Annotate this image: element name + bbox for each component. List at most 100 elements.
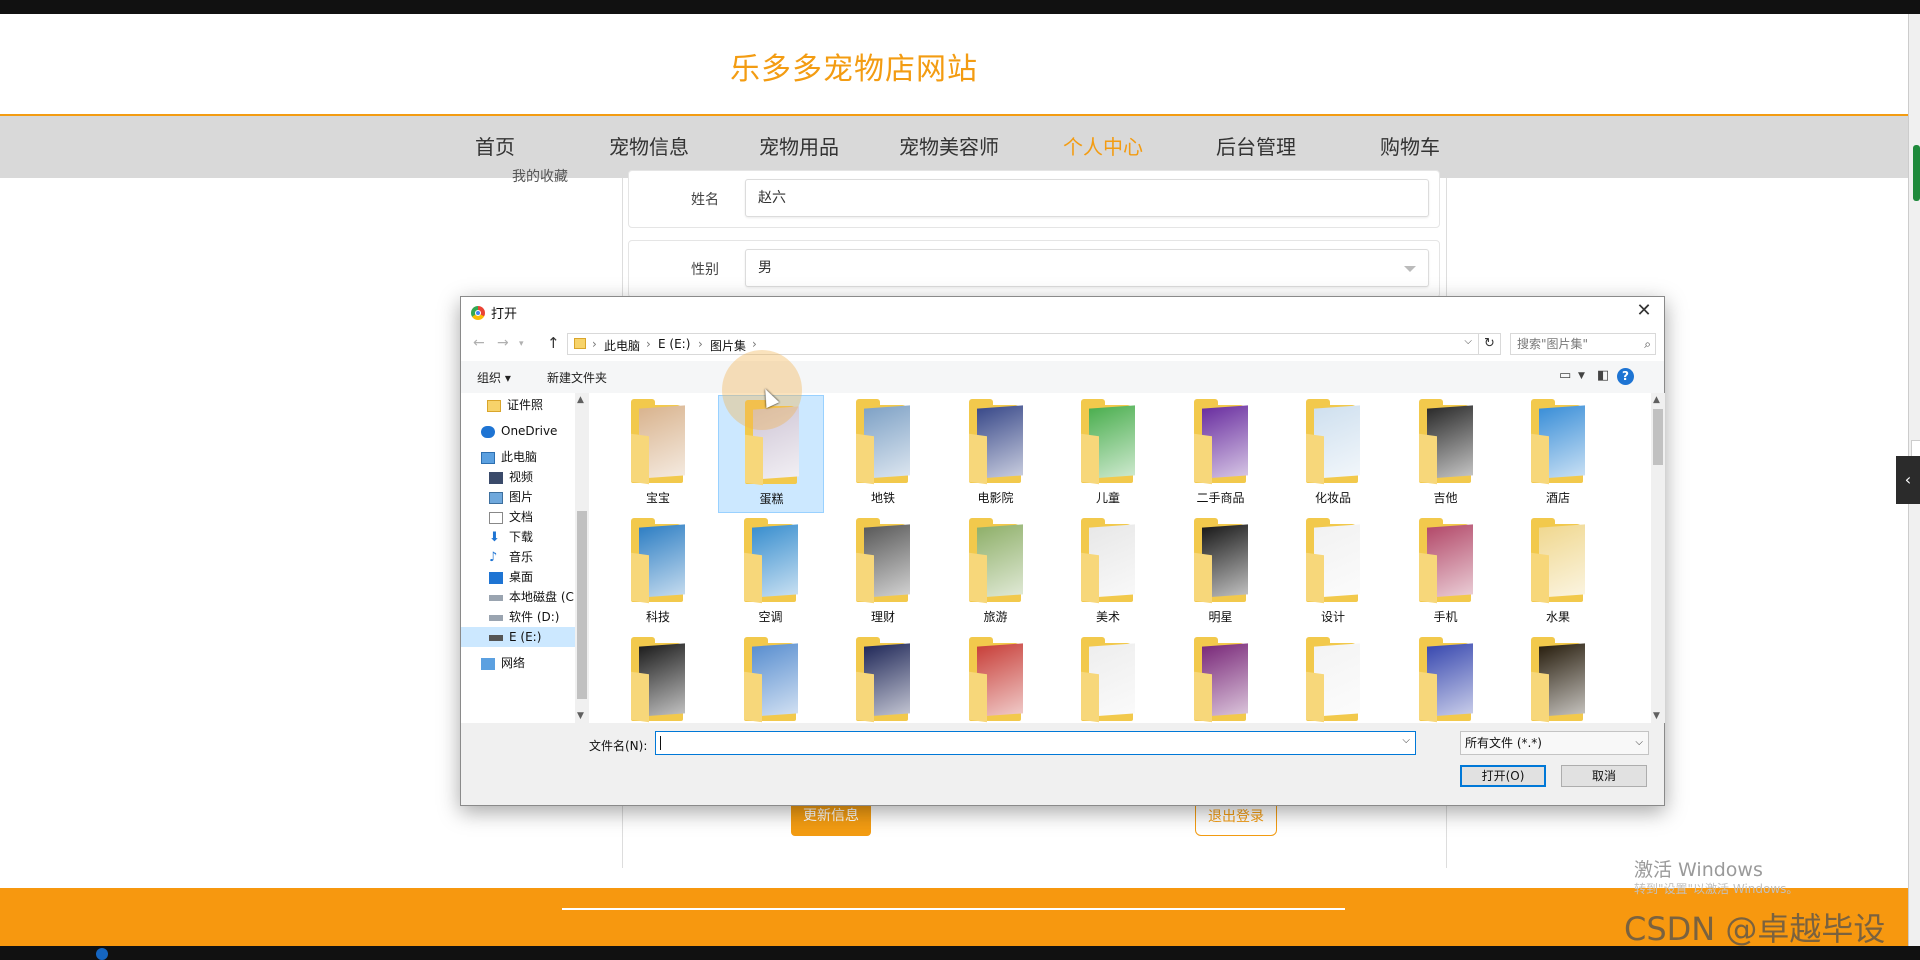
nav-admin[interactable]: 后台管理	[1216, 131, 1296, 160]
folder-tile[interactable]: 酒店	[1505, 395, 1611, 513]
folder-tile[interactable]: 手机	[1393, 514, 1499, 632]
folder-tile[interactable]: 宝宝	[605, 395, 711, 513]
folder-tile[interactable]: 水果	[1505, 514, 1611, 632]
new-folder-button[interactable]: 新建文件夹	[547, 369, 607, 386]
tree-item-onedrive[interactable]: OneDrive	[481, 421, 557, 441]
tree-item-label: 网络	[501, 656, 526, 670]
folder-tile[interactable]: 设计	[1280, 514, 1386, 632]
folder-tile[interactable]	[1393, 633, 1499, 723]
tree-item-network[interactable]: 网络	[481, 653, 525, 673]
organize-button[interactable]: 组织 ▾	[477, 369, 511, 386]
scroll-down-icon[interactable]: ▼	[1653, 711, 1660, 721]
folder-tile[interactable]: 电影院	[943, 395, 1049, 513]
breadcrumb-picture-set[interactable]: 图片集	[710, 337, 746, 354]
nav-cart[interactable]: 购物车	[1380, 131, 1440, 160]
folder-icon	[1306, 552, 1324, 604]
filename-input[interactable]: ⌵	[655, 731, 1416, 755]
tree-item-desktop[interactable]: 桌面	[489, 567, 533, 587]
tree-item-music[interactable]: ♪ 音乐	[489, 547, 533, 567]
view-mode-icon[interactable]: ▭	[1559, 368, 1571, 383]
folder-tile[interactable]	[830, 633, 936, 723]
nav-personal-center[interactable]: 个人中心	[1063, 131, 1143, 160]
chevron-right-icon[interactable]: ›	[698, 337, 703, 351]
folder-tile[interactable]: 理财	[830, 514, 936, 632]
tree-item-id-photos[interactable]: 证件照	[487, 395, 543, 415]
chevron-right-icon[interactable]: ›	[646, 337, 651, 351]
folder-tile[interactable]: 美术	[1055, 514, 1161, 632]
tree-item-videos[interactable]: 视频	[489, 467, 533, 487]
nav-pet-supplies[interactable]: 宠物用品	[759, 131, 839, 160]
grid-scroll-thumb[interactable]	[1653, 409, 1663, 465]
gender-select[interactable]: 男	[745, 249, 1429, 287]
chevron-down-icon[interactable]: ⌵	[1464, 336, 1472, 347]
grid-scrollbar[interactable]: ▲ ▼	[1651, 393, 1665, 723]
folder-tile[interactable]: 空调	[718, 514, 824, 632]
nav-pet-groomers[interactable]: 宠物美容师	[899, 131, 999, 160]
csdn-watermark: CSDN @卓越毕设	[1624, 910, 1886, 948]
scroll-down-icon[interactable]: ▼	[577, 711, 584, 721]
scroll-up-icon[interactable]: ▲	[577, 395, 584, 405]
folder-tile[interactable]: 明星	[1168, 514, 1274, 632]
breadcrumb-this-pc[interactable]: 此电脑	[604, 337, 640, 354]
scroll-up-icon[interactable]: ▲	[1653, 395, 1660, 405]
dialog-title: 打开	[491, 307, 518, 322]
folder-tile[interactable]: 旅游	[943, 514, 1049, 632]
folder-tile[interactable]	[1280, 633, 1386, 723]
open-button[interactable]: 打开(O)	[1460, 765, 1546, 787]
folder-icon	[968, 671, 987, 723]
recent-dropdown-icon[interactable]: ▾	[519, 339, 524, 349]
folder-name: 美术	[1095, 610, 1120, 624]
cancel-button[interactable]: 取消	[1561, 765, 1647, 787]
chevron-down-icon[interactable]: ▼	[1578, 371, 1585, 381]
tree-item-pictures[interactable]: 图片	[489, 487, 533, 507]
scroll-thumb-indicator[interactable]	[1913, 145, 1920, 201]
dialog-titlebar[interactable]: 打开 ✕	[461, 297, 1664, 327]
close-icon[interactable]: ✕	[1630, 299, 1658, 325]
folder-tile[interactable]	[605, 633, 711, 723]
up-arrow-icon[interactable]: ↑	[547, 334, 560, 352]
file-type-select[interactable]: 所有文件 (*.*) ⌵	[1460, 731, 1649, 755]
forward-arrow-icon[interactable]: →	[497, 335, 509, 351]
folder-tile[interactable]	[1168, 633, 1274, 723]
folder-tile[interactable]	[718, 633, 824, 723]
nav-home[interactable]: 首页	[475, 131, 515, 160]
folder-tile[interactable]: 地铁	[830, 395, 936, 513]
folder-tile[interactable]	[1505, 633, 1611, 723]
name-input[interactable]: 赵六	[745, 179, 1429, 217]
chevron-down-icon[interactable]: ⌵	[1402, 735, 1410, 746]
folder-tile[interactable]: 儿童	[1055, 395, 1161, 513]
address-bar[interactable]: › 此电脑 › E (E:) › 图片集 › ⌵	[567, 333, 1479, 355]
folder-icon	[968, 433, 987, 485]
preview-pane-icon[interactable]: ◧	[1597, 368, 1609, 383]
folder-tile[interactable]	[943, 633, 1049, 723]
progress-dot	[96, 948, 108, 960]
tree-item-downloads[interactable]: ⬇ 下载	[489, 527, 533, 547]
tree-item-label: OneDrive	[501, 424, 558, 438]
folder-tile[interactable]	[1055, 633, 1161, 723]
breadcrumb-drive-e[interactable]: E (E:)	[658, 337, 690, 351]
folder-tile[interactable]: 化妆品	[1280, 395, 1386, 513]
search-input[interactable]: 搜索"图片集" ⌕	[1510, 333, 1656, 355]
help-icon[interactable]: ?	[1617, 368, 1634, 385]
tree-scroll-thumb[interactable]	[577, 511, 587, 699]
refresh-icon[interactable]: ↻	[1479, 333, 1501, 355]
sidebar-item-favorites[interactable]: 我的收藏	[512, 166, 568, 186]
folder-icon	[1531, 433, 1549, 485]
tree-item-this-pc[interactable]: 此电脑	[481, 447, 537, 467]
activate-windows-watermark: 激活 Windows	[1634, 859, 1763, 881]
back-arrow-icon[interactable]: ←	[473, 335, 485, 351]
folder-tile[interactable]: 二手商品	[1168, 395, 1274, 513]
folder-tile[interactable]: 吉他	[1393, 395, 1499, 513]
tree-item-label: 音乐	[509, 550, 534, 564]
tree-scrollbar[interactable]: ▲ ▼	[575, 393, 589, 723]
tree-item-documents[interactable]: 文档	[489, 507, 533, 527]
side-panel-toggle-icon[interactable]: ‹	[1896, 456, 1920, 504]
nav-pet-info[interactable]: 宠物信息	[609, 131, 689, 160]
screen-top-bar	[0, 0, 1920, 14]
tree-item-drive-d[interactable]: 软件 (D:)	[489, 607, 559, 627]
tree-item-drive-e[interactable]: E (E:)	[461, 627, 575, 647]
chevron-right-icon[interactable]: ›	[752, 337, 757, 351]
folder-tile[interactable]: 科技	[605, 514, 711, 632]
chevron-right-icon[interactable]: ›	[592, 337, 597, 351]
tree-item-drive-c[interactable]: 本地磁盘 (C:)	[489, 587, 575, 607]
